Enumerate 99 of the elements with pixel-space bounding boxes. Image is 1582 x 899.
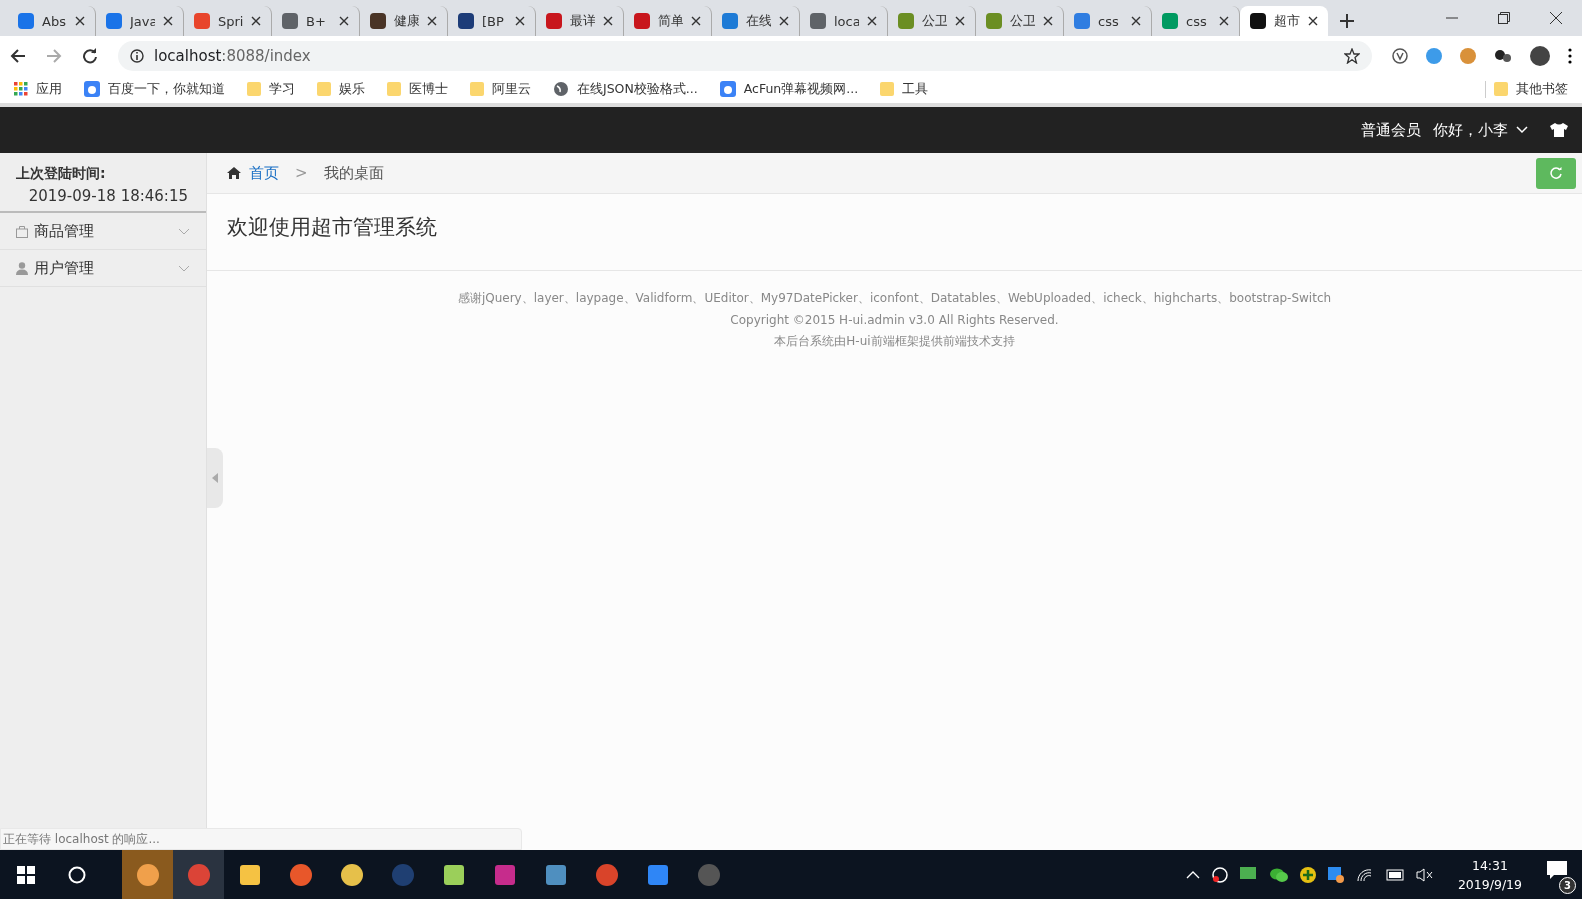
close-icon[interactable] <box>691 16 701 26</box>
tray-icon[interactable] <box>1211 866 1228 883</box>
bookmark[interactable]: 医博士 <box>387 80 448 98</box>
site-icon <box>719 81 736 97</box>
sidebar-menu-item[interactable]: 商品管理 <box>0 213 206 250</box>
menu-icon[interactable] <box>1568 47 1572 64</box>
app-icon <box>696 862 721 887</box>
shirt-icon[interactable] <box>1550 123 1568 137</box>
app-icon <box>288 862 313 887</box>
member-level: 普通会员 <box>1361 120 1421 140</box>
app-icon <box>186 862 211 887</box>
login-label: 上次登陆时间: <box>16 165 107 183</box>
close-icon[interactable] <box>427 16 437 26</box>
chevron-down-icon <box>178 264 190 272</box>
restore-icon[interactable] <box>1498 12 1510 24</box>
clock[interactable]: 14:31 2019/9/19 <box>1457 855 1522 894</box>
bookmark[interactable]: 学习 <box>247 80 295 98</box>
app-icon <box>390 862 415 887</box>
close-icon[interactable] <box>603 16 613 26</box>
close-icon[interactable] <box>955 16 965 26</box>
info-icon[interactable] <box>130 48 144 63</box>
notification-count: 3 <box>1559 876 1576 894</box>
close-icon[interactable] <box>1043 16 1053 26</box>
refresh-icon <box>1550 167 1562 179</box>
close-icon[interactable] <box>1550 12 1562 24</box>
star-icon[interactable] <box>1344 47 1360 64</box>
app-icon <box>543 862 568 887</box>
address-bar[interactable]: localhost:8088/index <box>118 40 1372 71</box>
folder-icon <box>1494 81 1508 97</box>
close-icon[interactable] <box>339 16 349 26</box>
folder-icon <box>880 81 895 97</box>
close-icon[interactable] <box>779 16 789 26</box>
breadcrumb-separator: > <box>295 164 308 182</box>
chat-icon[interactable] <box>1269 866 1288 883</box>
search-icon <box>67 865 86 884</box>
bookmark[interactable]: 工具 <box>880 80 929 98</box>
footer-text: 本后台系统由H-ui前端框架提供前端技术支持 <box>774 333 1015 350</box>
bookmark[interactable]: 娱乐 <box>317 80 365 98</box>
bookmark[interactable]: 应用 <box>14 80 62 98</box>
close-icon[interactable] <box>1131 16 1141 26</box>
site-icon <box>84 81 100 97</box>
chevron-up-icon[interactable] <box>1185 870 1200 879</box>
close-icon[interactable] <box>1308 16 1318 26</box>
speaker-muted-icon[interactable] <box>1415 867 1434 882</box>
close-icon[interactable] <box>515 16 525 26</box>
close-icon[interactable] <box>867 16 877 26</box>
app-icon <box>135 862 160 887</box>
bookmark[interactable]: 阿里云 <box>470 80 531 98</box>
bookmark[interactable]: AcFun弹幕视频网... <box>719 80 859 98</box>
login-time: 2019-09-18 18:46:15 <box>27 187 188 205</box>
apps-icon <box>14 82 28 96</box>
url-text: localhost:8088/index <box>154 46 311 65</box>
plus-icon[interactable] <box>1299 866 1316 883</box>
status-text: 正在等待 localhost 的响应... <box>0 828 522 850</box>
bookmark[interactable]: 百度一下，你就知道 <box>84 80 225 98</box>
close-icon[interactable] <box>1219 16 1229 26</box>
extension-icon[interactable] <box>1392 47 1408 64</box>
avatar-icon[interactable] <box>1530 45 1550 66</box>
folder-icon <box>247 81 261 97</box>
app-icon <box>492 862 517 887</box>
user-icon <box>16 261 28 275</box>
sidebar-menu-item[interactable]: 用户管理 <box>0 250 206 287</box>
close-icon[interactable] <box>75 16 85 26</box>
footer-text: 感谢jQuery、layer、laypage、Validform、UEditor、My97DatePicker、iconfont、Datatables、WebUploaded、icheck、highcharts、bootstrap-Switch <box>457 290 1332 307</box>
chevron-down-icon <box>178 227 190 235</box>
reload-icon[interactable] <box>82 47 98 64</box>
plus-icon[interactable] <box>1340 14 1354 28</box>
app-icon <box>441 862 466 887</box>
bookmark[interactable]: 在线JSON校验格式... <box>553 80 698 98</box>
close-icon[interactable] <box>251 16 261 26</box>
folder-icon <box>470 81 484 97</box>
bookmark-folder[interactable]: 其他书签 <box>1485 80 1568 98</box>
cookie-icon[interactable] <box>1460 47 1476 64</box>
chevron-down-icon[interactable] <box>1516 126 1528 134</box>
app-icon <box>339 862 364 887</box>
globe-icon <box>553 81 569 97</box>
extension-icon[interactable] <box>1494 47 1512 64</box>
folder-icon <box>317 81 331 97</box>
tray-icon[interactable] <box>1327 866 1344 883</box>
app-icon <box>594 862 619 887</box>
folder-icon <box>387 81 401 97</box>
app-icon <box>237 862 262 887</box>
app-icon <box>645 862 670 887</box>
home-icon <box>227 167 241 179</box>
user-menu[interactable]: 你好，小李 <box>1433 120 1508 140</box>
back-icon[interactable] <box>10 47 26 64</box>
footer-text: Copyright ©2015 H-ui.admin v3.0 All Rights Reserved. <box>730 313 1059 327</box>
collapse-handle[interactable] <box>207 448 223 508</box>
notification-icon <box>1546 859 1568 880</box>
welcome-title: 欢迎使用超市管理系统 <box>207 194 1582 271</box>
battery-icon[interactable] <box>1383 868 1404 881</box>
breadcrumb-link[interactable]: 首页 <box>249 163 279 183</box>
browser-tab[interactable]: 超市 <box>1240 6 1328 36</box>
windows-icon <box>16 865 35 884</box>
caret-left-icon <box>212 473 218 483</box>
breadcrumb-current: 我的桌面 <box>323 163 384 183</box>
wifi-icon[interactable] <box>1355 867 1372 882</box>
bag-icon <box>16 224 28 238</box>
close-icon[interactable] <box>163 16 173 26</box>
